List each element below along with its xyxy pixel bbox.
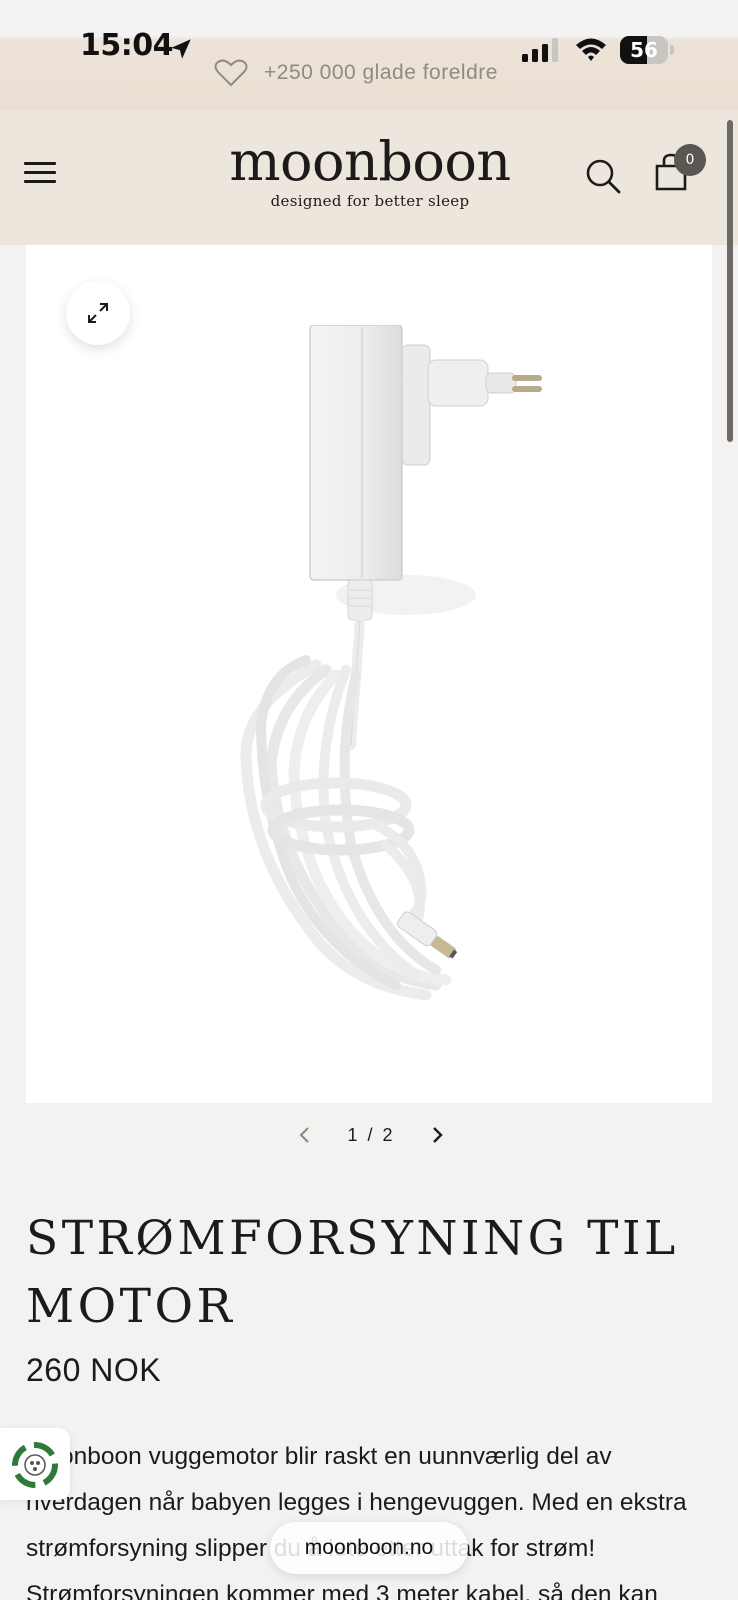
product-price: 260 NOK bbox=[26, 1352, 162, 1388]
menu-button[interactable] bbox=[24, 162, 58, 188]
logo-wordmark: moonboon bbox=[229, 130, 511, 193]
battery-level: 56 bbox=[630, 38, 658, 62]
power-adapter-image bbox=[240, 325, 542, 1001]
search-icon[interactable] bbox=[584, 156, 622, 196]
cart-count-badge[interactable]: 0 bbox=[674, 144, 706, 176]
announcement-text: +250 000 glade foreldre bbox=[264, 61, 498, 84]
wifi-icon bbox=[576, 38, 606, 61]
menu-icon-line bbox=[24, 171, 56, 174]
site-logo[interactable]: moonboon designed for better sleep bbox=[220, 130, 520, 211]
battery-indicator: 56 bbox=[620, 36, 674, 64]
expand-icon bbox=[88, 303, 108, 323]
browser-url-bar[interactable]: moonboon.no bbox=[270, 1522, 468, 1574]
status-time: 15:04 bbox=[80, 28, 174, 63]
location-arrow-icon bbox=[171, 39, 191, 59]
chevron-right-icon[interactable] bbox=[428, 1124, 446, 1146]
current-page: 1 bbox=[347, 1124, 360, 1145]
gallery-page-indicator: 1 / 2 bbox=[343, 1125, 398, 1146]
total-pages: 2 bbox=[382, 1124, 395, 1145]
expand-image-button[interactable] bbox=[66, 281, 130, 345]
page-separator: / bbox=[367, 1124, 375, 1145]
cellular-signal-icon bbox=[522, 38, 558, 62]
menu-icon-line bbox=[24, 180, 56, 183]
product-description: Moonboon vuggemotor blir raskt en uunnvæ… bbox=[26, 1443, 687, 1600]
product-title: STRØMFORSYNING TIL MOTOR bbox=[26, 1211, 679, 1334]
recycle-icon bbox=[12, 1442, 58, 1488]
gallery-pager: 1 / 2 bbox=[296, 1120, 446, 1150]
site-header: moonboon designed for better sleep 0 bbox=[0, 110, 738, 245]
product-image-gallery[interactable] bbox=[26, 245, 712, 1103]
announcement-bar: +250 000 glade foreldre bbox=[214, 58, 498, 88]
chevron-left-icon[interactable] bbox=[296, 1124, 314, 1146]
scrollbar[interactable] bbox=[727, 120, 733, 442]
logo-tagline: designed for better sleep bbox=[270, 192, 470, 210]
menu-icon bbox=[24, 162, 56, 165]
eco-badge-button[interactable] bbox=[0, 1428, 70, 1500]
top-band: 15:04 56 +250 000 glade foreldre bbox=[0, 0, 738, 110]
heart-icon bbox=[214, 59, 248, 87]
